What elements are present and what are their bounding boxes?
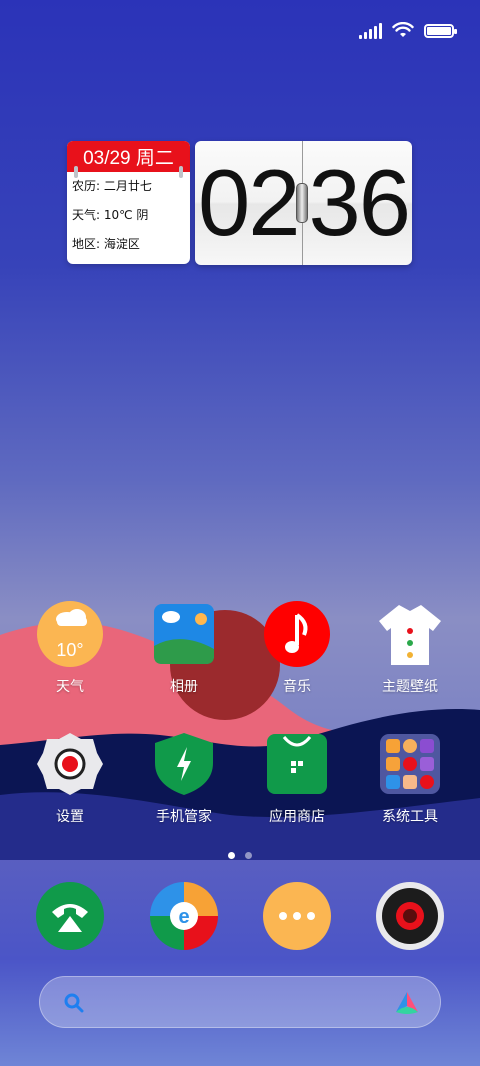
- weather-icon: 10°: [37, 601, 103, 667]
- app-security[interactable]: 手机管家: [134, 731, 234, 826]
- browser-icon: e: [150, 882, 218, 950]
- calendar-widget[interactable]: 03/29 周二 农历: 二月廿七 天气: 10℃ 阴 地区: 海淀区: [67, 141, 190, 264]
- folder-system-tools[interactable]: 系统工具: [360, 731, 460, 826]
- camera-icon: [376, 882, 444, 950]
- signal-icon: [359, 22, 382, 39]
- messages-icon: [263, 882, 331, 950]
- app-label: 手机管家: [156, 809, 212, 825]
- search-icon[interactable]: [64, 993, 84, 1013]
- app-label: 系统工具: [382, 809, 438, 825]
- app-label: 相册: [170, 679, 198, 695]
- page-indicator[interactable]: [0, 852, 480, 859]
- app-themes[interactable]: 主题壁纸: [360, 601, 460, 696]
- app-settings[interactable]: 设置: [20, 731, 120, 826]
- wifi-icon: [392, 22, 414, 37]
- page-dot-active[interactable]: [228, 852, 235, 859]
- calendar-district: 地区: 海淀区: [72, 237, 140, 251]
- assistant-icon[interactable]: [394, 990, 420, 1016]
- app-music[interactable]: 音乐: [247, 601, 347, 696]
- app-label: 天气: [56, 679, 84, 695]
- system-tools-folder-icon: [377, 731, 443, 797]
- search-bar[interactable]: [39, 976, 441, 1028]
- calendar-date-header: 03/29 周二: [67, 141, 190, 178]
- page-dot[interactable]: [245, 852, 252, 859]
- phone-icon: [36, 882, 104, 950]
- calendar-weather: 天气: 10℃ 阴: [72, 208, 149, 222]
- app-weather[interactable]: 10° 天气: [20, 601, 120, 696]
- app-label: 设置: [56, 809, 84, 825]
- security-icon: [151, 731, 217, 797]
- dock-browser[interactable]: e: [134, 882, 234, 950]
- gallery-icon: [151, 601, 217, 667]
- clock-hinge-icon: [296, 183, 308, 223]
- app-gallery[interactable]: 相册: [134, 601, 234, 696]
- dock-phone[interactable]: [20, 882, 120, 950]
- dock-camera[interactable]: [360, 882, 460, 950]
- svg-text:10°: 10°: [56, 640, 83, 660]
- app-label: 音乐: [283, 679, 311, 695]
- calendar-lunar: 农历: 二月廿七: [72, 179, 152, 193]
- battery-icon: [424, 23, 457, 38]
- music-icon: [264, 601, 330, 667]
- clock-hours: 02: [197, 150, 301, 255]
- settings-icon: [37, 731, 103, 797]
- status-bar: [0, 0, 480, 60]
- app-store-icon: [264, 731, 330, 797]
- themes-icon: [377, 601, 443, 667]
- app-label: 主题壁纸: [382, 679, 438, 695]
- flip-clock-widget[interactable]: 02 36: [195, 141, 412, 265]
- app-store[interactable]: 应用商店: [247, 731, 347, 826]
- app-label: 应用商店: [269, 809, 325, 825]
- clock-minutes: 36: [308, 150, 412, 255]
- calendar-date: 03/29 周二: [83, 148, 174, 169]
- dock-messages[interactable]: [247, 882, 347, 950]
- svg-text:e: e: [178, 906, 189, 928]
